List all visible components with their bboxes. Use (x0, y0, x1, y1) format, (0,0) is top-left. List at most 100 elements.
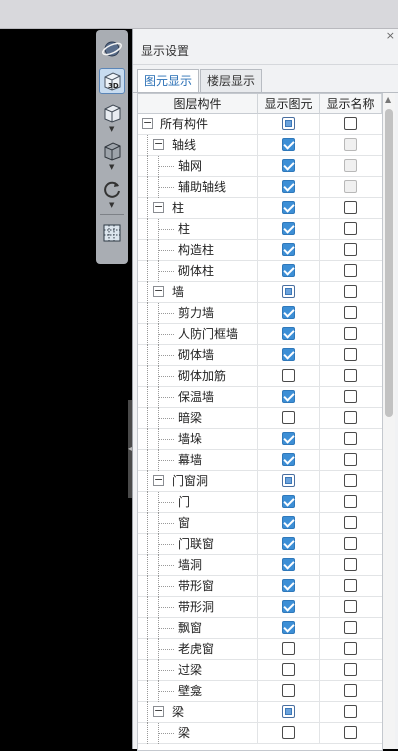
tab-element-display[interactable]: 图元显示 (137, 69, 200, 94)
orbit-icon[interactable] (99, 36, 125, 62)
dropdown-arrow-icon[interactable]: ▼ (109, 163, 114, 171)
show-element-checkbox[interactable] (282, 516, 295, 529)
tree-row[interactable]: 柱 (138, 219, 382, 240)
show-element-checkbox[interactable] (282, 159, 295, 172)
show-name-checkbox[interactable] (344, 201, 357, 214)
show-element-checkbox[interactable] (282, 705, 295, 718)
show-element-checkbox[interactable] (282, 138, 295, 151)
show-name-checkbox[interactable] (344, 453, 357, 466)
show-element-checkbox[interactable] (282, 474, 295, 487)
show-element-checkbox[interactable] (282, 180, 295, 193)
tree-row[interactable]: 带形洞 (138, 597, 382, 618)
show-name-checkbox[interactable] (344, 726, 357, 739)
show-element-checkbox[interactable] (282, 663, 295, 676)
show-element-checkbox[interactable] (282, 432, 295, 445)
tree-row[interactable]: 砌体柱 (138, 261, 382, 282)
tree-row[interactable]: − 墙 (138, 282, 382, 303)
show-element-checkbox[interactable] (282, 684, 295, 697)
show-element-checkbox[interactable] (282, 117, 295, 130)
collapse-toggle-icon[interactable]: − (153, 705, 164, 717)
tree-row[interactable]: 带形窗 (138, 576, 382, 597)
tree-row[interactable]: 过梁 (138, 660, 382, 681)
tree-row[interactable]: 墙洞 (138, 555, 382, 576)
show-element-checkbox[interactable] (282, 495, 295, 508)
rotate-icon[interactable]: ▼ (99, 176, 125, 209)
show-element-checkbox[interactable] (282, 726, 295, 739)
tree-row[interactable]: 窗 (138, 513, 382, 534)
show-element-checkbox[interactable] (282, 201, 295, 214)
show-name-checkbox[interactable] (344, 474, 357, 487)
tree-row[interactable]: 老虎窗 (138, 639, 382, 660)
tab-floor-display[interactable]: 楼层显示 (200, 69, 263, 93)
collapse-toggle-icon[interactable]: − (153, 285, 164, 297)
show-element-checkbox[interactable] (282, 327, 295, 340)
show-name-checkbox[interactable] (344, 663, 357, 676)
tree-row[interactable]: 飘窗 (138, 618, 382, 639)
show-element-checkbox[interactable] (282, 537, 295, 550)
show-element-checkbox[interactable] (282, 558, 295, 571)
show-name-checkbox[interactable] (344, 495, 357, 508)
show-name-checkbox[interactable] (344, 642, 357, 655)
show-name-checkbox[interactable] (344, 285, 357, 298)
dropdown-arrow-icon[interactable]: ▼ (109, 201, 114, 209)
show-element-checkbox[interactable] (282, 306, 295, 319)
collapse-toggle-icon[interactable]: − (153, 474, 164, 486)
show-element-checkbox[interactable] (282, 222, 295, 235)
show-name-checkbox[interactable] (344, 222, 357, 235)
show-name-checkbox[interactable] (344, 348, 357, 361)
column-header-component[interactable]: 图层构件 (138, 94, 258, 114)
show-name-checkbox[interactable] (344, 600, 357, 613)
view-solid-icon[interactable]: ▼ (99, 138, 125, 171)
show-element-checkbox[interactable] (282, 642, 295, 655)
show-name-checkbox[interactable] (344, 684, 357, 697)
tree-row[interactable]: 门 (138, 492, 382, 513)
tree-row[interactable]: 砌体加筋 (138, 366, 382, 387)
show-element-checkbox[interactable] (282, 348, 295, 361)
show-element-checkbox[interactable] (282, 453, 295, 466)
tree-row[interactable]: − 轴线 (138, 135, 382, 156)
tree-row[interactable]: 保温墙 (138, 387, 382, 408)
show-name-checkbox[interactable] (344, 705, 357, 718)
tree-row[interactable]: 门联窗 (138, 534, 382, 555)
collapse-toggle-icon[interactable]: − (153, 201, 164, 213)
show-element-checkbox[interactable] (282, 579, 295, 592)
column-header-show-element[interactable]: 显示图元 (258, 94, 320, 114)
show-name-checkbox[interactable] (344, 579, 357, 592)
tree-row[interactable]: 剪力墙 (138, 303, 382, 324)
tree-row[interactable]: − 所有构件 (138, 114, 382, 135)
show-element-checkbox[interactable] (282, 621, 295, 634)
show-name-checkbox[interactable] (344, 264, 357, 277)
tree-row[interactable]: 幕墙 (138, 450, 382, 471)
tree-row[interactable]: 辅助轴线 (138, 177, 382, 198)
show-name-checkbox[interactable] (344, 390, 357, 403)
view-3d-icon[interactable]: 3D (99, 68, 125, 94)
show-element-checkbox[interactable] (282, 369, 295, 382)
show-name-checkbox[interactable] (344, 621, 357, 634)
show-name-checkbox[interactable] (344, 369, 357, 382)
tree-row[interactable]: 砌体墙 (138, 345, 382, 366)
show-name-checkbox[interactable] (344, 327, 357, 340)
show-name-checkbox[interactable] (344, 243, 357, 256)
column-header-show-name[interactable]: 显示名称 (320, 94, 382, 114)
grid-view-icon[interactable] (99, 220, 125, 246)
show-element-checkbox[interactable] (282, 285, 295, 298)
show-element-checkbox[interactable] (282, 600, 295, 613)
tree-row[interactable]: 壁龛 (138, 681, 382, 702)
tree-row[interactable]: − 门窗洞 (138, 471, 382, 492)
tree-row[interactable]: 轴网 (138, 156, 382, 177)
view-iso-icon[interactable]: ▼ (99, 100, 125, 133)
show-name-checkbox[interactable] (344, 537, 357, 550)
collapse-toggle-icon[interactable]: − (142, 117, 153, 129)
show-element-checkbox[interactable] (282, 390, 295, 403)
show-name-checkbox[interactable] (344, 306, 357, 319)
show-name-checkbox[interactable] (344, 516, 357, 529)
tree-row[interactable]: 人防门框墙 (138, 324, 382, 345)
show-element-checkbox[interactable] (282, 243, 295, 256)
scrollbar-thumb[interactable] (385, 109, 393, 417)
tree-row[interactable]: − 柱 (138, 198, 382, 219)
show-name-checkbox[interactable] (344, 117, 357, 130)
tree-row[interactable]: 构造柱 (138, 240, 382, 261)
tree-row[interactable]: 墙垛 (138, 429, 382, 450)
tree-row[interactable]: 暗梁 (138, 408, 382, 429)
show-name-checkbox[interactable] (344, 411, 357, 424)
